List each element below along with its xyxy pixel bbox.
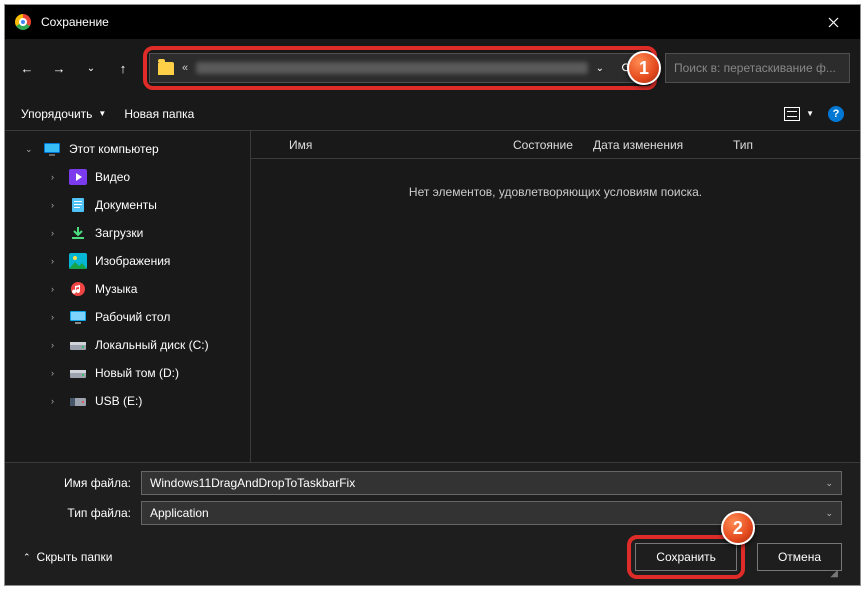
close-icon [828,17,839,28]
save-button[interactable]: Сохранить [635,543,737,571]
toolbar: Упорядочить ▼ Новая папка ▼ ? [5,97,860,131]
address-path [196,62,587,74]
chevron-right-icon: › [51,200,61,210]
highlight-save: Сохранить 2 [627,535,745,579]
chevron-right-icon: › [51,368,61,378]
history-button[interactable]: ⌄ [79,56,103,80]
filename-label: Имя файла: [23,476,141,490]
titlebar: Сохранение [5,5,860,39]
sidebar-item-label: Загрузки [95,226,143,240]
sidebar-item-label: Видео [95,170,130,184]
new-folder-button[interactable]: Новая папка [124,107,194,121]
up-button[interactable]: ↑ [111,56,135,80]
highlight-address: « ⌄ ⟳ [143,46,657,90]
close-button[interactable] [810,6,856,38]
sidebar-item-pictures[interactable]: › Изображения [5,247,250,275]
disk-icon [69,365,87,381]
col-type[interactable]: Тип [733,138,860,152]
chevron-down-icon: ▼ [98,109,106,118]
content-area: Имя Состояние Дата изменения Тип Нет эле… [251,131,860,462]
desktop-icon [69,309,87,325]
hide-folders-button[interactable]: ⌃ Скрыть папки [23,550,112,564]
address-wrap: « ⌄ ⟳ 1 [143,46,657,90]
sidebar-item-label: USB (E:) [95,394,142,408]
pc-icon [43,141,61,157]
empty-message: Нет элементов, удовлетворяющих условиям … [251,159,860,199]
nav-row: ← → ⌄ ↑ « ⌄ ⟳ 1 Поиск в: перетаскивание … [5,39,860,97]
chevron-right-icon: › [51,284,61,294]
bottom-panel: Имя файла: Windows11DragAndDropToTaskbar… [5,462,860,585]
col-name[interactable]: Имя [251,138,513,152]
chevron-down-icon: ▼ [806,109,814,118]
col-state[interactable]: Состояние [513,138,593,152]
save-dialog: Сохранение ← → ⌄ ↑ « ⌄ ⟳ 1 Поиск в: пере… [4,4,861,586]
chevron-right-icon: › [51,228,61,238]
folder-icon [158,62,174,75]
sidebar-item-downloads[interactable]: › Загрузки [5,219,250,247]
search-input[interactable]: Поиск в: перетаскивание ф... [665,53,850,83]
sidebar-item-label: Изображения [95,254,170,268]
docs-icon [69,197,87,213]
chevron-down-icon[interactable]: ⌄ [825,478,833,489]
chevron-right-icon: › [51,340,61,350]
footer: ⌃ Скрыть папки Сохранить 2 Отмена ◢ [23,531,842,581]
downloads-icon [69,225,87,241]
main-area: ⌄ Этот компьютер › Видео › Документы › Загруз… [5,131,860,462]
chrome-icon [15,14,31,30]
resize-grip[interactable]: ◢ [830,568,838,579]
col-date[interactable]: Дата изменения [593,138,733,152]
annotation-marker-2: 2 [721,511,755,545]
sidebar-item-label: Рабочий стол [95,310,170,324]
addr-prefix: « [182,62,188,74]
video-icon [69,169,87,185]
search-placeholder: Поиск в: перетаскивание ф... [674,61,836,75]
sidebar-item-disk[interactable]: › Локальный диск (C:) [5,331,250,359]
chevron-right-icon: › [51,312,61,322]
music-icon [69,281,87,297]
back-button[interactable]: ← [15,56,39,80]
sidebar-item-video[interactable]: › Видео [5,163,250,191]
filetype-label: Тип файла: [23,506,141,520]
sidebar-item-disk[interactable]: › Новый том (D:) [5,359,250,387]
pictures-icon [69,253,87,269]
usb-icon [69,393,87,409]
sidebar-item-label: Локальный диск (C:) [95,338,209,352]
organize-menu[interactable]: Упорядочить ▼ [21,107,106,121]
sidebar-item-desktop[interactable]: › Рабочий стол [5,303,250,331]
column-headers: Имя Состояние Дата изменения Тип [251,131,860,159]
help-button[interactable]: ? [828,106,844,122]
filename-input[interactable]: Windows11DragAndDropToTaskbarFix ⌄ [141,471,842,495]
sidebar-item-usb[interactable]: › USB (E:) [5,387,250,415]
view-menu[interactable]: ▼ [784,107,814,121]
sidebar-item-label: Документы [95,198,157,212]
sidebar-item-label: Музыка [95,282,137,296]
sidebar-item-music[interactable]: › Музыка [5,275,250,303]
sidebar-item-this-pc[interactable]: ⌄ Этот компьютер [5,135,250,163]
chevron-down-icon: ⌄ [25,144,35,155]
chevron-down-icon[interactable]: ⌄ [825,508,833,519]
sidebar-item-label: Новый том (D:) [95,366,179,380]
cancel-button[interactable]: Отмена [757,543,842,571]
sidebar: ⌄ Этот компьютер › Видео › Документы › Загруз… [5,131,251,462]
annotation-marker-1: 1 [627,51,661,85]
disk-icon [69,337,87,353]
window-title: Сохранение [41,15,810,29]
chevron-right-icon: › [51,172,61,182]
address-bar[interactable]: « ⌄ ⟳ [149,53,651,83]
view-icon [784,107,800,121]
address-chevron[interactable]: ⌄ [596,63,604,74]
chevron-up-icon: ⌃ [23,552,31,563]
chevron-right-icon: › [51,256,61,266]
sidebar-item-docs[interactable]: › Документы [5,191,250,219]
forward-button[interactable]: → [47,56,71,80]
chevron-right-icon: › [51,396,61,406]
